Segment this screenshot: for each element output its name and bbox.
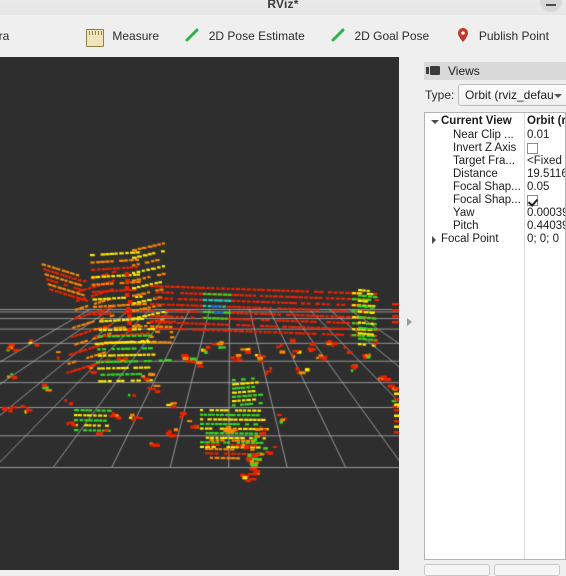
tree-row-value[interactable]: 19.5116 bbox=[527, 168, 565, 181]
map-pin-icon bbox=[455, 27, 471, 43]
bottom-button-2[interactable] bbox=[494, 564, 560, 576]
view-type-combobox[interactable]: Orbit (rviz_defau bbox=[458, 84, 566, 106]
toolbar-button-camera[interactable]: era bbox=[0, 23, 9, 49]
minimize-icon bbox=[546, 4, 556, 6]
tree-row-name: Focal Point bbox=[441, 233, 499, 245]
tree-row-name: Near Clip ... bbox=[453, 129, 514, 141]
tree-row-value[interactable]: 0.01 bbox=[527, 129, 565, 142]
point-cloud-canvas[interactable] bbox=[0, 57, 399, 570]
tree-row[interactable]: Focal Point 0; 0; 0 bbox=[425, 233, 565, 246]
tree-row[interactable]: Target Fra... <Fixed bbox=[425, 155, 565, 168]
tree-row[interactable]: Yaw 0.00039 bbox=[425, 207, 565, 220]
goal-arrow-icon bbox=[330, 27, 346, 43]
splitter-expand-arrow-icon[interactable] bbox=[405, 318, 414, 327]
window-titlebar: RViz* bbox=[0, 0, 566, 16]
tree-row-current-view-name: Current View bbox=[441, 115, 512, 127]
view-type-value: Orbit (rviz_defau bbox=[465, 88, 554, 102]
toolbar-button-measure[interactable]: Measure bbox=[78, 23, 167, 49]
tree-row[interactable]: Distance 19.5116 bbox=[425, 168, 565, 181]
tree-row-checkbox[interactable] bbox=[527, 195, 538, 206]
view-type-label: Type: bbox=[425, 88, 455, 102]
tree-row[interactable]: Focal Shap... bbox=[425, 194, 565, 207]
chevron-down-icon bbox=[554, 94, 562, 98]
tree-row-name: Focal Shap... bbox=[453, 181, 521, 193]
view-type-row: Type: Orbit (rviz_defau bbox=[424, 84, 566, 108]
bottom-button-bar bbox=[0, 562, 566, 576]
tree-row-current-view-value: Orbit (r bbox=[527, 115, 566, 127]
main-toolbar: era Measure 2D Pose Estimate 2D Goal Pos… bbox=[0, 15, 566, 63]
tree-row-name: Distance bbox=[453, 168, 498, 180]
tree-row-current-view[interactable]: Current View Orbit (r bbox=[425, 115, 566, 128]
tree-row-name: Target Fra... bbox=[453, 155, 515, 167]
camera-icon bbox=[426, 66, 444, 76]
tree-row-checkbox[interactable] bbox=[527, 143, 538, 154]
tree-row[interactable]: Invert Z Axis bbox=[425, 142, 565, 155]
pose-arrow-icon bbox=[184, 27, 200, 43]
render-viewport-3d[interactable] bbox=[0, 57, 399, 570]
tree-row-name: Focal Shap... bbox=[453, 194, 521, 206]
toolbar-button-2d-pose-estimate-label: 2D Pose Estimate bbox=[208, 29, 305, 43]
view-properties-tree[interactable]: Current View Orbit (r Near Clip ... 0.01 I… bbox=[424, 112, 566, 560]
measure-ruler-icon bbox=[86, 29, 104, 47]
tree-row[interactable]: Near Clip ... 0.01 bbox=[425, 129, 565, 142]
toolbar-button-measure-label: Measure bbox=[112, 29, 160, 43]
tree-row-name: Pitch bbox=[453, 220, 479, 232]
toolbar-button-2d-goal-pose-label: 2D Goal Pose bbox=[354, 29, 430, 43]
views-panel-title: Views bbox=[448, 64, 480, 78]
toolbar-button-2d-goal-pose[interactable]: 2D Goal Pose bbox=[322, 23, 437, 49]
tree-row-value[interactable]: 0.05 bbox=[527, 181, 565, 194]
toolbar-button-2d-pose-estimate[interactable]: 2D Pose Estimate bbox=[176, 23, 312, 49]
bottom-button-1[interactable] bbox=[424, 564, 490, 576]
tree-row-value[interactable]: 0.00039 bbox=[527, 207, 565, 220]
window-title: RViz* bbox=[267, 0, 299, 11]
tree-row-name: Invert Z Axis bbox=[453, 142, 517, 154]
tree-row[interactable]: Focal Shap... 0.05 bbox=[425, 181, 565, 194]
tree-row-name: Yaw bbox=[453, 207, 475, 219]
toolbar-button-publish-point[interactable]: Publish Point bbox=[447, 23, 557, 49]
views-panel-header: Views bbox=[424, 62, 566, 80]
panel-splitter[interactable] bbox=[399, 57, 420, 570]
toolbar-button-camera-label: era bbox=[0, 29, 10, 43]
tree-row-value[interactable]: <Fixed bbox=[527, 155, 565, 168]
views-dock: Views Type: Orbit (rviz_defau Current Vi… bbox=[420, 57, 566, 570]
toolbar-button-publish-point-label: Publish Point bbox=[478, 29, 549, 43]
tree-row-value[interactable]: 0; 0; 0 bbox=[527, 233, 565, 246]
tree-row-value[interactable]: 0.44039 bbox=[527, 220, 565, 233]
tree-row[interactable]: Pitch 0.44039 bbox=[425, 220, 565, 233]
